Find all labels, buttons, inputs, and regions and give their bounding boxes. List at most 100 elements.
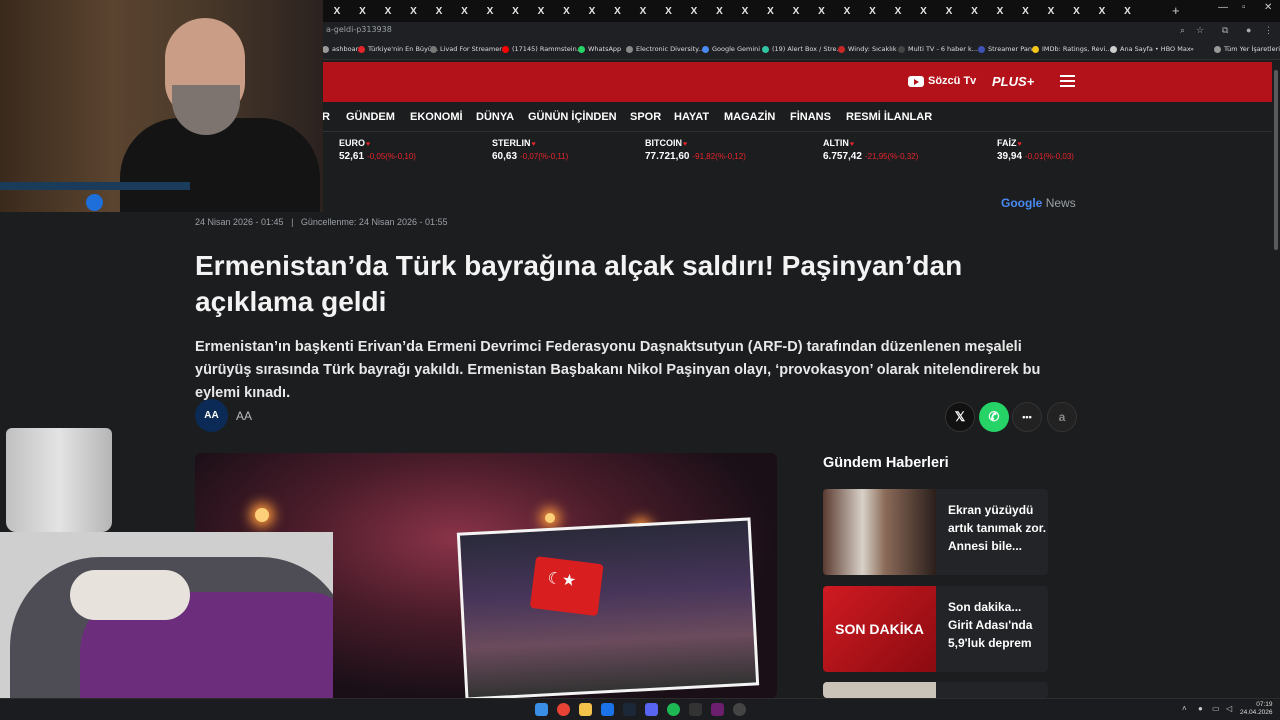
sidebar-news-item[interactable]: Ekran yüzüydü artık tanımak zor. Annesi … [823, 489, 1048, 575]
bookmark-item[interactable]: Google Gemini [702, 45, 760, 53]
app-icon[interactable] [711, 703, 724, 716]
spotify-icon[interactable] [667, 703, 680, 716]
browser-tab[interactable]: X [887, 3, 909, 19]
browser-tab[interactable]: X [326, 3, 348, 19]
nav-item-gundem[interactable]: GÜNDEM [346, 111, 395, 123]
maximize-icon[interactable]: ▫ [1242, 2, 1246, 13]
share-whatsapp-button[interactable]: ✆ [979, 402, 1009, 432]
browser-tab[interactable]: X [377, 3, 399, 19]
hamburger-menu-icon[interactable] [1060, 75, 1075, 90]
share-more-button[interactable]: ••• [1012, 402, 1042, 432]
browser-tab[interactable]: X [556, 3, 578, 19]
epic-games-icon[interactable] [689, 703, 702, 716]
bookmark-item[interactable]: (19) Alert Box / Stre... [762, 45, 843, 53]
browser-tab[interactable]: X [989, 3, 1011, 19]
browser-tab[interactable]: X [683, 3, 705, 19]
url-text[interactable]: a-geldi-p313938 [326, 25, 392, 34]
browser-tab[interactable]: X [785, 3, 807, 19]
sidebar-news-item[interactable]: SON DAKİKA Son dakika... Girit Adası'nda… [823, 586, 1048, 672]
browser-tab[interactable]: X [1040, 3, 1062, 19]
browser-tab[interactable]: X [964, 3, 986, 19]
browser-tab[interactable]: X [581, 3, 603, 19]
bookmark-item[interactable]: Electronic Diversity... [626, 45, 704, 53]
font-size-button[interactable]: a [1047, 402, 1077, 432]
mic-tray-icon[interactable]: ● [1198, 704, 1203, 713]
market-bitcoin[interactable]: BITCOIN 77.721,60-91,82(%-0,12) [645, 138, 746, 162]
sozcu-tv-link[interactable]: Sözcü Tv [908, 75, 976, 87]
bookmark-item[interactable]: Livad For Streamers [430, 45, 505, 53]
nav-item-resmi-ilanlar[interactable]: RESMİ İLANLAR [846, 111, 932, 123]
browser-tab[interactable]: X [658, 3, 680, 19]
nav-item-dunya[interactable]: DÜNYA [476, 111, 514, 123]
article-source[interactable]: AA AA [195, 399, 252, 432]
browser-tab[interactable]: X [454, 3, 476, 19]
bookmark-item[interactable]: » [1190, 45, 1194, 53]
scroll-thumb[interactable] [1274, 70, 1278, 250]
discord-icon[interactable] [645, 703, 658, 716]
nav-item-spor[interactable]: SPOR [630, 111, 661, 123]
bookmark-item[interactable]: ashboard [322, 45, 362, 53]
browser-tab[interactable]: X [862, 3, 884, 19]
browser-tab[interactable]: X [760, 3, 782, 19]
plus-link[interactable]: PLUS+ [992, 74, 1034, 89]
browser-tab[interactable]: X [1015, 3, 1037, 19]
browser-tab[interactable]: X [913, 3, 935, 19]
bookmark-item[interactable]: IMDb: Ratings, Revi... [1032, 45, 1111, 53]
browser-tab[interactable]: X [1117, 3, 1139, 19]
browser-tab[interactable]: X [530, 3, 552, 19]
browser-tab[interactable]: X [403, 3, 425, 19]
extensions-icon[interactable]: ⧉ [1222, 25, 1228, 36]
sidebar-news-item[interactable] [823, 682, 1048, 698]
close-window-icon[interactable]: ✕ [1264, 2, 1272, 13]
app-icon[interactable] [733, 703, 746, 716]
steam-icon[interactable] [623, 703, 636, 716]
browser-tab[interactable]: X [352, 3, 374, 19]
market-faiz[interactable]: FAİZ 39,94-0,01(%-0,03) [997, 138, 1074, 162]
volume-icon[interactable]: ◁ [1226, 704, 1232, 713]
share-x-button[interactable]: 𝕏 [945, 402, 975, 432]
bookmark-item[interactable]: Windy: Sıcaklık [838, 45, 897, 53]
browser-tab[interactable]: X [479, 3, 501, 19]
bookmark-star-icon[interactable]: ☆ [1196, 25, 1204, 36]
nav-item-r[interactable]: R [322, 111, 330, 123]
bookmark-item[interactable]: (17145) Rammstein... [502, 45, 583, 53]
browser-tab[interactable]: X [607, 3, 629, 19]
browser-tab[interactable]: X [428, 3, 450, 19]
browser-tab[interactable]: X [1091, 3, 1113, 19]
market-sterlin[interactable]: STERLIN 60,63-0,07(%-0,11) [492, 138, 568, 162]
chrome-icon[interactable] [557, 703, 570, 716]
google-news-link[interactable]: Google News [1001, 196, 1076, 210]
nav-item-finans[interactable]: FİNANS [790, 111, 831, 123]
browser-tab[interactable]: X [1066, 3, 1088, 19]
new-tab-button[interactable]: + [1172, 3, 1180, 18]
app-icon[interactable] [601, 703, 614, 716]
browser-tab[interactable]: X [709, 3, 731, 19]
menu-dots-icon[interactable]: ⋮ [1264, 25, 1273, 36]
bookmark-item[interactable]: WhatsApp [578, 45, 621, 53]
bookmark-item[interactable]: Tüm Yer İşaretleri [1214, 45, 1280, 53]
minimize-icon[interactable]: — [1218, 2, 1228, 13]
browser-tab[interactable]: X [811, 3, 833, 19]
nav-item-hayat[interactable]: HAYAT [674, 111, 709, 123]
start-icon[interactable] [535, 703, 548, 716]
network-icon[interactable]: ▭ [1212, 704, 1220, 713]
browser-tab[interactable]: X [632, 3, 654, 19]
bookmark-item[interactable]: Multi TV - 6 haber k... [898, 45, 978, 53]
page-scrollbar[interactable] [1272, 62, 1280, 698]
profile-icon[interactable]: ● [1246, 25, 1251, 35]
bookmark-item[interactable]: Türkiye'nin En Büyü... [358, 45, 438, 53]
browser-tab[interactable]: X [734, 3, 756, 19]
bookmark-item[interactable]: Streamer Panel [978, 45, 1038, 53]
browser-tab[interactable]: X [505, 3, 527, 19]
nav-item-magazin[interactable]: MAGAZİN [724, 111, 775, 123]
nav-item-ekonomi[interactable]: EKONOMİ [410, 111, 463, 123]
bookmark-item[interactable]: Ana Sayfa • HBO Max [1110, 45, 1191, 53]
browser-tab[interactable]: X [836, 3, 858, 19]
browser-tab[interactable]: X [938, 3, 960, 19]
file-explorer-icon[interactable] [579, 703, 592, 716]
search-icon[interactable]: ⌕ [1180, 25, 1185, 36]
market-altin[interactable]: ALTIN 6.757,42-21,95(%-0,32) [823, 138, 918, 162]
nav-item-gunun-icinden[interactable]: GÜNÜN İÇİNDEN [528, 111, 617, 123]
tray-chevron-icon[interactable]: ˄ [1182, 704, 1187, 713]
market-euro[interactable]: EURO 52,61-0,05(%-0,10) [339, 138, 416, 162]
